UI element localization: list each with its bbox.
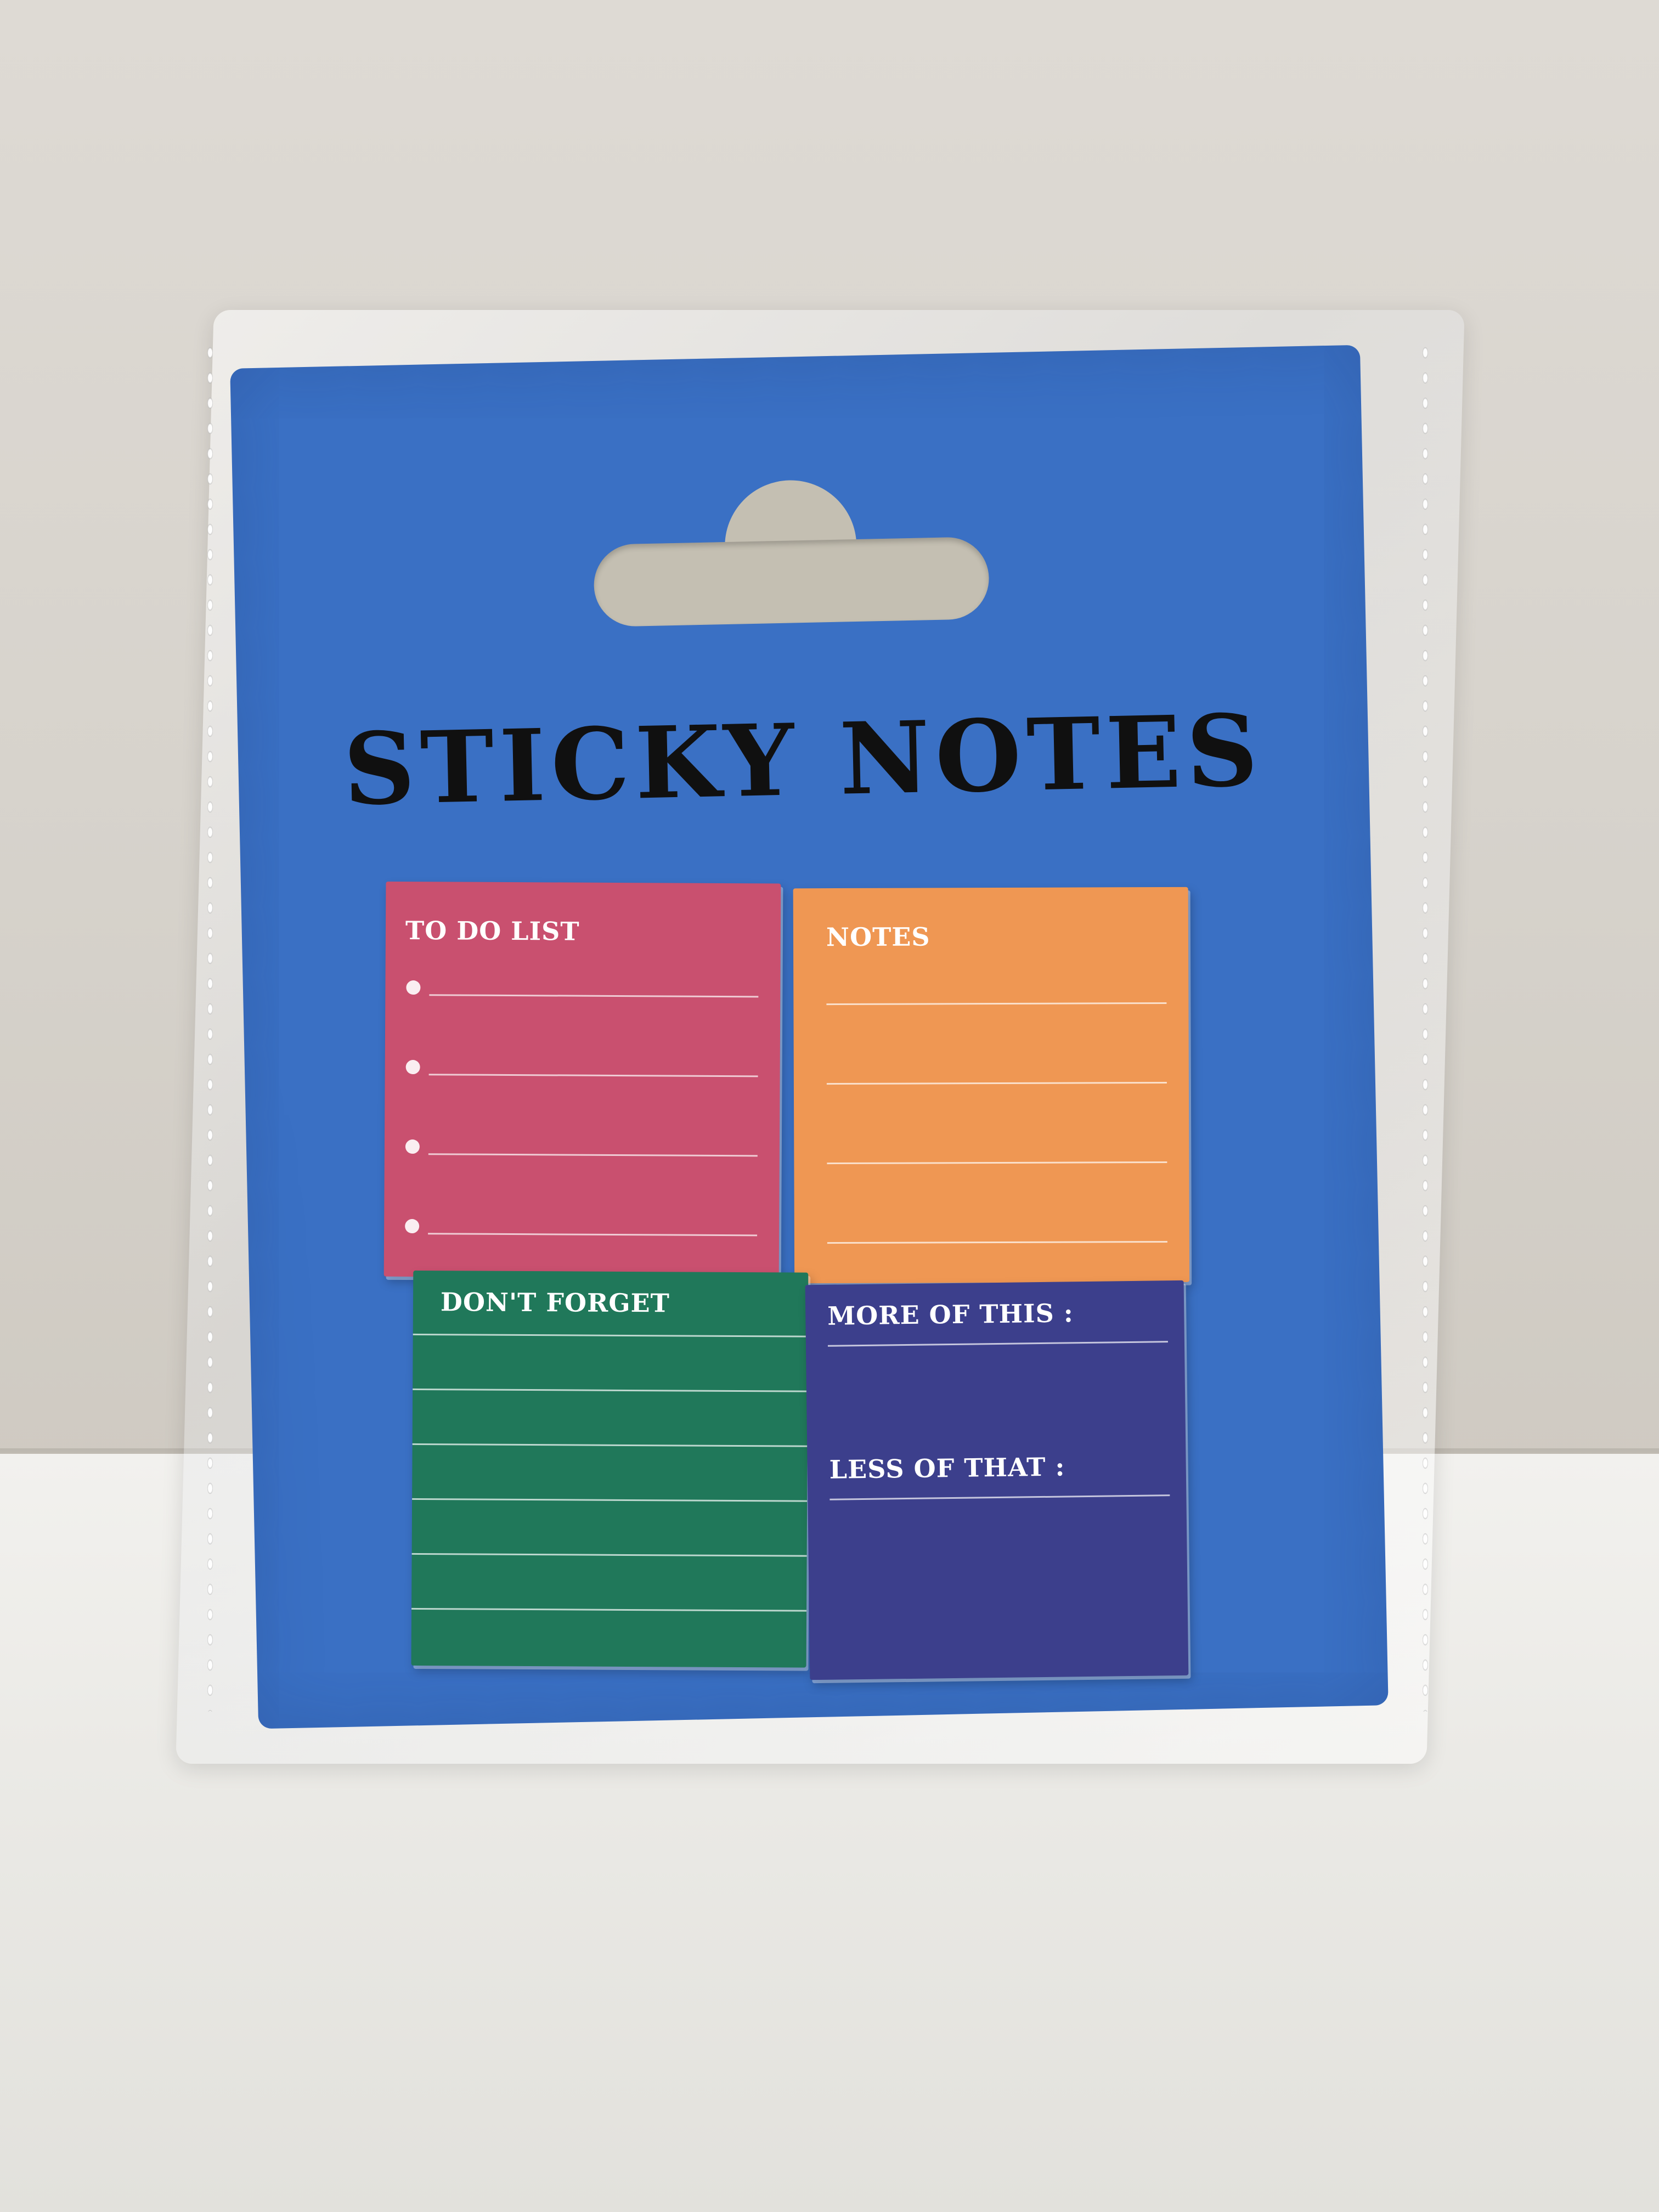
note-label: TO DO LIST <box>405 915 580 946</box>
sleeve-seal-left <box>206 340 215 1712</box>
note-notes: NOTES <box>793 887 1190 1284</box>
note-label: DON'T FORGET <box>440 1287 670 1318</box>
note-label: MORE OF THIS : <box>827 1298 1074 1331</box>
hang-hole <box>591 465 990 628</box>
note-label-secondary: LESS OF THAT : <box>829 1452 1065 1485</box>
product-title: STICKY NOTES <box>342 692 1265 828</box>
note-label: NOTES <box>826 922 930 952</box>
note-dont-forget: DON'T FORGET <box>411 1270 809 1668</box>
sleeve-seal-right <box>1421 340 1430 1712</box>
note-more-less: MORE OF THIS : LESS OF THAT : <box>805 1280 1189 1680</box>
note-to-do-list: TO DO LIST <box>383 881 781 1279</box>
product-card: STICKY NOTES TO DO LIST NOTES DON'T FORG… <box>230 345 1389 1729</box>
